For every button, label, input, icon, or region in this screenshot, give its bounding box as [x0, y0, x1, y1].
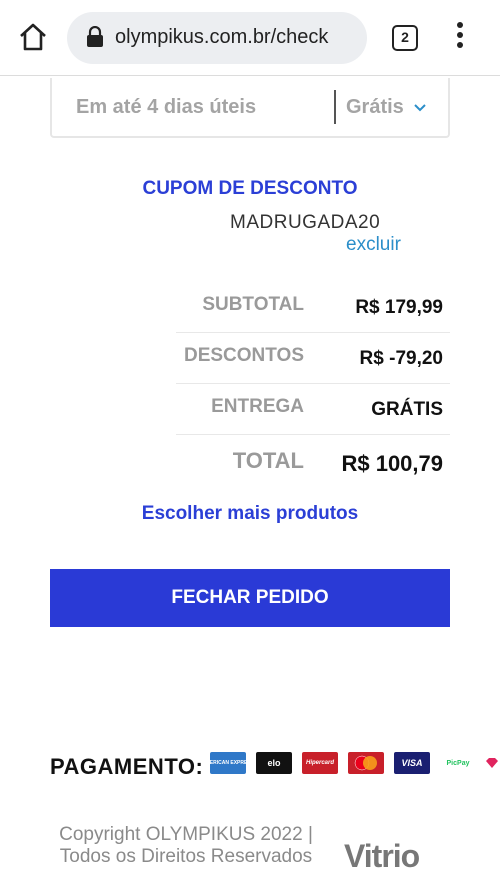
delivery-label: ENTREGA: [211, 396, 304, 417]
divider: [334, 90, 336, 124]
lock-icon: [85, 25, 105, 48]
shipping-selector[interactable]: Em até 4 dias úteis Grátis: [50, 78, 450, 138]
tab-switcher-button[interactable]: 2: [392, 25, 418, 51]
url-text: olympikus.com.br/check: [115, 26, 329, 48]
browser-toolbar: olympikus.com.br/check 2: [0, 0, 500, 76]
picpay-icon: PicPay: [440, 752, 476, 774]
choose-more-products-link[interactable]: Escolher mais produtos: [0, 503, 500, 525]
discounts-value: R$ -79,20: [359, 348, 443, 369]
total-label: TOTAL: [232, 448, 304, 473]
summary-row-delivery: ENTREGA GRÁTIS: [176, 384, 450, 435]
delivery-value: GRÁTIS: [371, 399, 443, 420]
payment-label: PAGAMENTO:: [50, 754, 204, 779]
mastercard-icon: [348, 752, 384, 774]
summary-row-subtotal: SUBTOTAL R$ 179,99: [176, 282, 450, 333]
home-icon[interactable]: [16, 20, 50, 54]
summary-row-total: TOTAL R$ 100,79: [176, 435, 450, 486]
order-summary: SUBTOTAL R$ 179,99 DESCONTOS R$ -79,20 E…: [176, 282, 450, 486]
subtotal-value: R$ 179,99: [355, 297, 443, 318]
total-value: R$ 100,79: [341, 451, 443, 476]
shipping-time: Em até 4 dias úteis: [76, 96, 257, 118]
shipping-price: Grátis: [346, 96, 404, 118]
elo-icon: elo: [256, 752, 292, 774]
summary-row-discounts: DESCONTOS R$ -79,20: [176, 333, 450, 384]
diners-icon: [484, 752, 500, 774]
discounts-label: DESCONTOS: [183, 345, 304, 366]
copyright-text: Copyright OLYMPIKUS 2022 | Todos os Dire…: [59, 824, 313, 867]
subtotal-label: SUBTOTAL: [202, 294, 304, 315]
coupon-title: CUPOM DE DESCONTO: [142, 178, 358, 199]
checkout-button[interactable]: FECHAR PEDIDO: [50, 569, 450, 627]
chevron-down-icon: [414, 100, 426, 112]
overflow-menu-icon[interactable]: [452, 22, 468, 52]
amex-icon: AMERICAN EXPRESS: [210, 752, 246, 774]
coupon-code: MADRUGADA20: [230, 212, 381, 233]
hipercard-icon: Hipercard: [302, 752, 338, 774]
remove-coupon-link[interactable]: excluir: [346, 234, 401, 256]
vitrio-logo: Vitrio: [344, 838, 420, 874]
visa-icon: VISA: [394, 752, 430, 774]
address-bar[interactable]: olympikus.com.br/check: [67, 12, 367, 64]
